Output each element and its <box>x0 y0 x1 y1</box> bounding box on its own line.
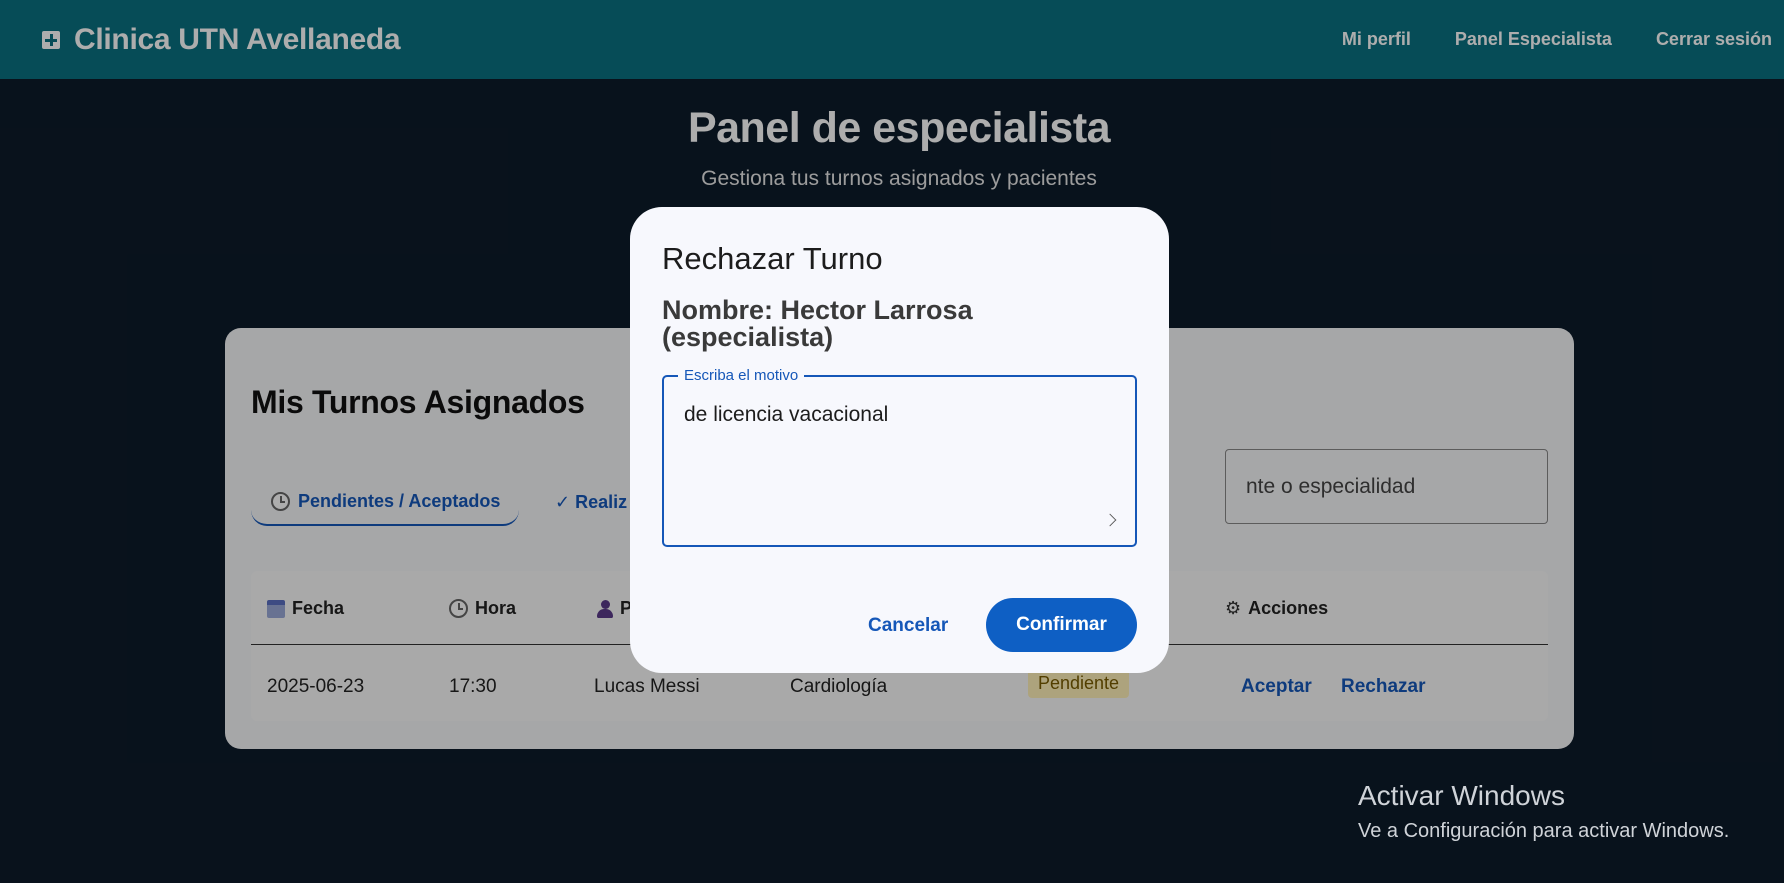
dialog-specialist-name: Nombre: Hector Larrosa (especialista) <box>662 295 973 352</box>
confirm-button[interactable]: Confirmar <box>986 598 1137 652</box>
watermark-subtitle: Ve a Configuración para activar Windows. <box>1358 820 1730 842</box>
dialog-title: Rechazar Turno <box>662 241 883 276</box>
resize-handle-icon[interactable] <box>1103 513 1117 527</box>
motivo-textarea[interactable]: Escriba el motivo de licencia vacacional <box>662 367 1137 547</box>
windows-activation-watermark: Activar Windows Ve a Configuración para … <box>1358 780 1729 843</box>
cancel-button[interactable]: Cancelar <box>868 615 948 637</box>
motivo-label: Escriba el motivo <box>678 367 805 384</box>
motivo-value: de licencia vacacional <box>684 403 889 426</box>
rechazar-turno-dialog: Rechazar Turno Nombre: Hector Larrosa (e… <box>630 207 1169 673</box>
watermark-title: Activar Windows <box>1358 780 1565 811</box>
